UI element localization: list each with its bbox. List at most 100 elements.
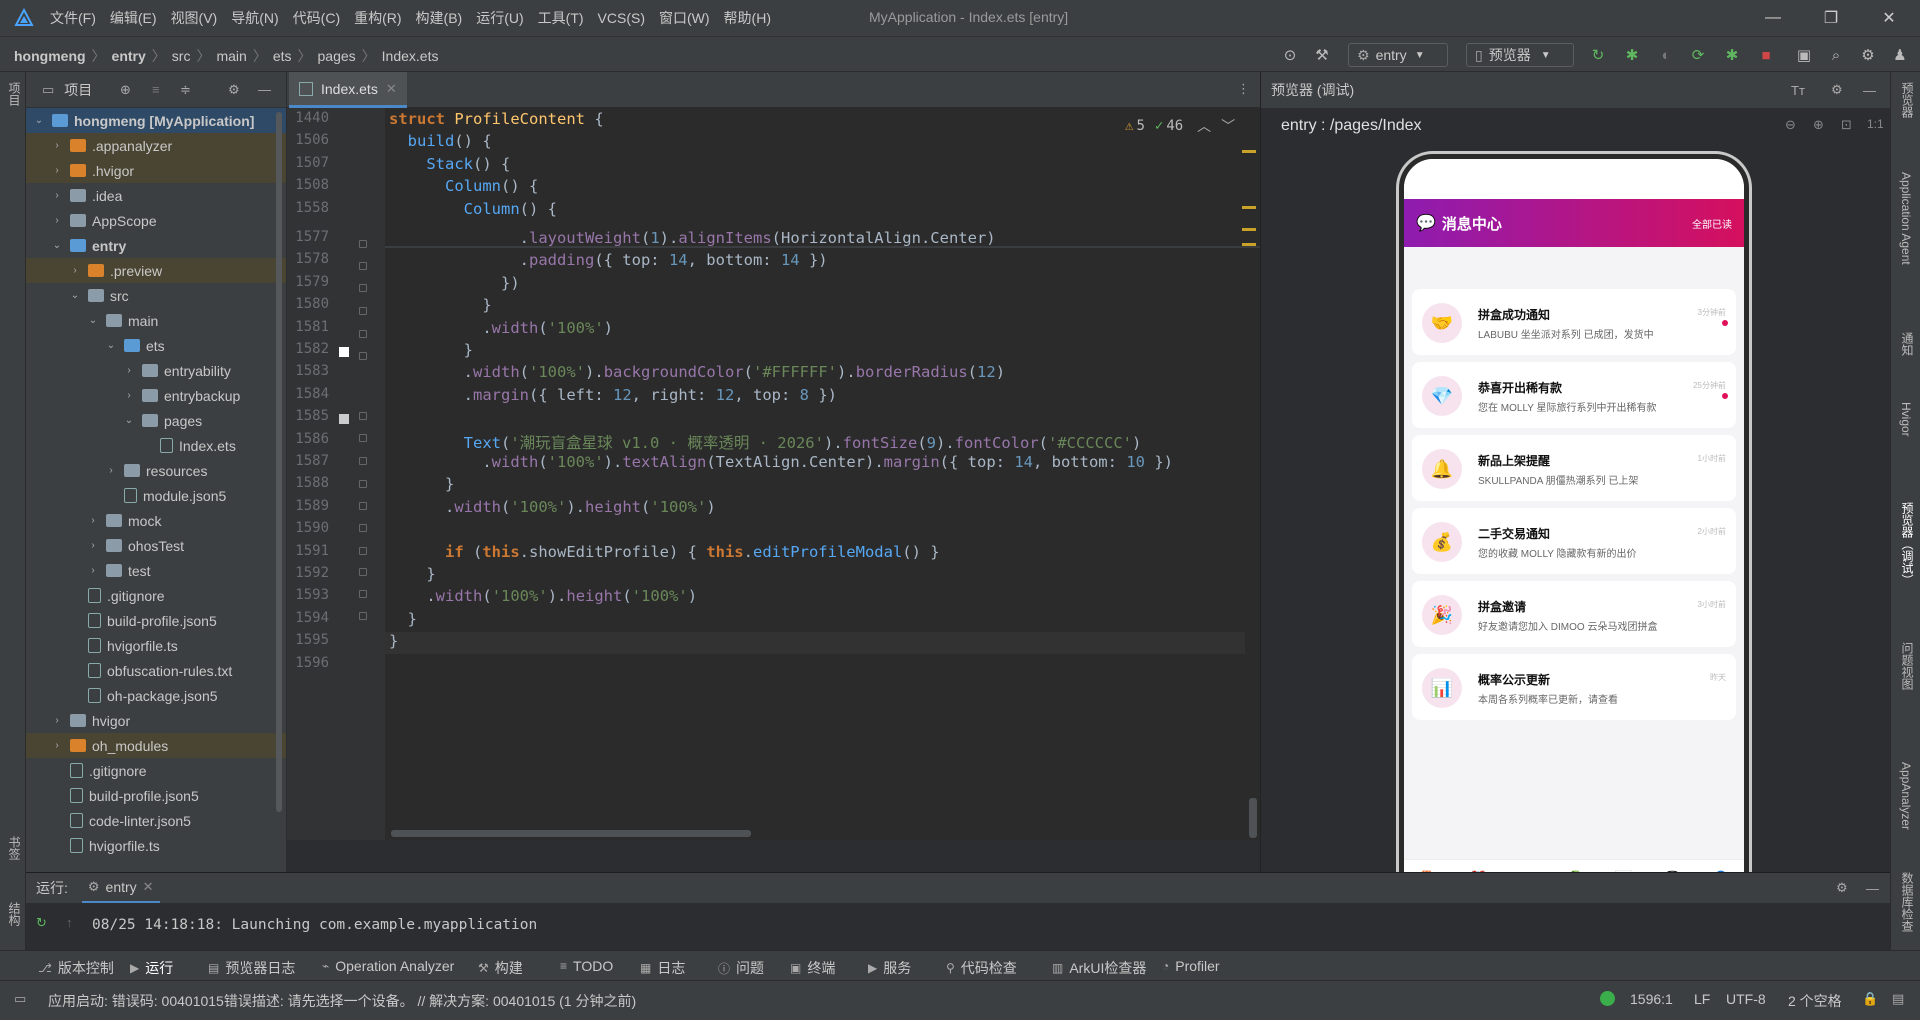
file-encoding[interactable]: UTF-8: [1726, 991, 1766, 1007]
message-card[interactable]: 🎉 拼盒邀请 好友邀请您加入 DIMOO 云朵马戏团拼盒 3小时前: [1412, 581, 1736, 647]
stripe-notifications-tab[interactable]: 通知: [1899, 332, 1916, 356]
code-line[interactable]: Column() {: [389, 177, 538, 195]
stop-icon[interactable]: ■: [1756, 45, 1776, 65]
chevron-down-icon[interactable]: ⌄: [50, 240, 64, 251]
attach-debugger-icon[interactable]: ✱: [1722, 45, 1742, 65]
tree-node[interactable]: Index.ets: [26, 433, 286, 458]
run-tab-entry[interactable]: ⚙ entry ✕: [81, 873, 160, 903]
tree-node[interactable]: › .preview: [26, 258, 286, 283]
menu-item[interactable]: 导航(N): [231, 8, 278, 28]
stripe-bookmarks-tab[interactable]: 书签: [6, 836, 23, 860]
tree-node[interactable]: › .appanalyzer: [26, 133, 286, 158]
hide-panel-icon[interactable]: —: [258, 82, 271, 97]
menu-item[interactable]: 构建(B): [416, 8, 463, 28]
collapse-all-icon[interactable]: ≑: [180, 82, 191, 98]
code-line[interactable]: .width('100%'): [389, 319, 613, 337]
hide-panel-icon[interactable]: —: [1866, 881, 1879, 896]
code-line[interactable]: build() {: [389, 132, 492, 150]
stripe-database-tab[interactable]: 数据库检查: [1899, 872, 1916, 932]
warning-marker[interactable]: [1242, 243, 1256, 246]
tool-window-button[interactable]: ⚲ 代码检查: [946, 958, 1017, 978]
inspection-widget[interactable]: ⚠ 5 ✓ 46 ︿ ﹀: [1125, 116, 1235, 136]
tree-node[interactable]: › resources: [26, 458, 286, 483]
code-line[interactable]: Column() {: [389, 200, 557, 218]
menu-item[interactable]: 重构(R): [354, 8, 401, 28]
close-tab-icon[interactable]: ✕: [386, 81, 397, 97]
code-line[interactable]: }: [389, 632, 398, 650]
code-line[interactable]: }: [389, 475, 454, 493]
code-line[interactable]: }): [389, 274, 520, 292]
code-line[interactable]: Stack() {: [389, 155, 510, 173]
chevron-down-icon[interactable]: ⌄: [122, 415, 136, 426]
chevron-down-icon[interactable]: ⌄: [68, 290, 82, 301]
tree-node[interactable]: obfuscation-rules.txt: [26, 658, 286, 683]
expand-all-icon[interactable]: ≡: [152, 82, 160, 97]
code-line[interactable]: Text('潮玩盲盒星球 v1.0 · 概率透明 · 2026').fontSi…: [389, 431, 1142, 453]
code-line[interactable]: .width('100%').height('100%'): [389, 587, 697, 605]
caret-position[interactable]: 1596:1: [1630, 991, 1673, 1007]
options-gear-icon[interactable]: ⚙: [228, 82, 240, 98]
chevron-right-icon[interactable]: ›: [86, 565, 100, 576]
vertical-scrollbar[interactable]: [1249, 798, 1257, 838]
lock-icon[interactable]: 🔒: [1862, 991, 1878, 1007]
tree-node[interactable]: › entryability: [26, 358, 286, 383]
stripe-agent-tab[interactable]: Application Agent: [1899, 172, 1913, 265]
chevron-right-icon[interactable]: ›: [50, 715, 64, 726]
device-manager-icon[interactable]: ▣: [1794, 45, 1814, 65]
fit-screen-icon[interactable]: ⊡: [1841, 117, 1852, 133]
rerun-icon[interactable]: ↻: [36, 915, 47, 931]
tree-node[interactable]: ⌄ src: [26, 283, 286, 308]
tool-window-button[interactable]: ◔ Profiler: [1162, 958, 1220, 974]
tree-node[interactable]: .gitignore: [26, 583, 286, 608]
debug-icon[interactable]: ✱: [1622, 45, 1642, 65]
breadcrumb-item[interactable]: src: [172, 48, 191, 64]
run-config-select[interactable]: ⚙ entry ▼: [1348, 43, 1448, 67]
warning-marker[interactable]: [1242, 206, 1256, 209]
chevron-down-icon[interactable]: ⌄: [104, 340, 118, 351]
tree-node[interactable]: ⌄ hongmeng [MyApplication]: [26, 108, 286, 133]
tree-scrollbar[interactable]: [276, 112, 282, 812]
message-card[interactable]: 🤝 拼盒成功通知 LABUBU 坐坐派对系列 已成团，发货中 3分钟前: [1412, 289, 1736, 355]
close-window-button[interactable]: ✕: [1866, 0, 1912, 36]
locate-file-icon[interactable]: ⊕: [120, 82, 131, 98]
message-card[interactable]: 🔔 新品上架提醒 SKULLPANDA 朋僵热潮系列 已上架 1小时前: [1412, 435, 1736, 501]
settings-gear-icon[interactable]: ⚙: [1836, 880, 1848, 896]
code-line[interactable]: struct ProfileContent {: [389, 110, 604, 128]
menu-item[interactable]: 文件(F): [50, 8, 96, 28]
device-select[interactable]: ▯ 预览器 ▼: [1466, 43, 1574, 67]
code-line[interactable]: .padding({ top: 14, bottom: 14 }): [389, 251, 828, 269]
code-editor[interactable]: 1440 1506 1507 1508 1558 1577 1578 1579 1580 1581…: [287, 108, 1260, 840]
locate-icon[interactable]: ⊙: [1280, 45, 1300, 65]
tree-node[interactable]: › hvigor: [26, 708, 286, 733]
horizontal-scrollbar[interactable]: [391, 830, 751, 837]
tree-node[interactable]: hvigorfile.ts: [26, 633, 286, 658]
menu-item[interactable]: 工具(T): [538, 8, 584, 28]
run-icon[interactable]: ↻: [1588, 45, 1608, 65]
code-line[interactable]: }: [389, 565, 435, 583]
tree-node[interactable]: ⌄ entry: [26, 233, 286, 258]
chevron-right-icon[interactable]: ›: [86, 515, 100, 526]
tool-window-button[interactable]: ⓘ 问题: [718, 958, 764, 978]
stripe-previewer-debug-tab[interactable]: 预览器（调试）: [1899, 502, 1916, 586]
text-size-icon[interactable]: Tт: [1791, 83, 1805, 98]
hammer-icon[interactable]: ⚒: [1312, 45, 1332, 65]
tool-window-button[interactable]: ▣ 终端: [790, 958, 835, 978]
warning-marker[interactable]: [1242, 228, 1256, 231]
chevron-down-icon[interactable]: ⌄: [32, 115, 46, 126]
code-line[interactable]: }: [389, 341, 473, 359]
more-tabs-icon[interactable]: ⋮: [1237, 81, 1250, 97]
tool-window-button[interactable]: ▶ 运行: [130, 958, 173, 978]
chevron-right-icon[interactable]: ›: [122, 390, 136, 401]
chevron-right-icon[interactable]: ›: [50, 140, 64, 151]
chevron-down-icon[interactable]: ﹀: [1221, 116, 1235, 136]
status-message[interactable]: 应用启动: 错误码: 00401015错误描述: 请先选择一个设备。 // 解决…: [48, 991, 636, 1011]
tool-window-button[interactable]: ⎇ 版本控制: [38, 958, 114, 978]
stripe-hvigor-tab[interactable]: Hvigor: [1899, 402, 1913, 437]
menu-item[interactable]: VCS(S): [598, 10, 645, 26]
chevron-right-icon[interactable]: ›: [68, 265, 82, 276]
breadcrumb-item[interactable]: main: [216, 48, 246, 64]
code-line[interactable]: if (this.showEditProfile) { this.editPro…: [389, 543, 940, 561]
warning-marker[interactable]: [1242, 150, 1256, 153]
tree-node[interactable]: › ohosTest: [26, 533, 286, 558]
breadcrumb-item[interactable]: entry: [112, 48, 146, 64]
